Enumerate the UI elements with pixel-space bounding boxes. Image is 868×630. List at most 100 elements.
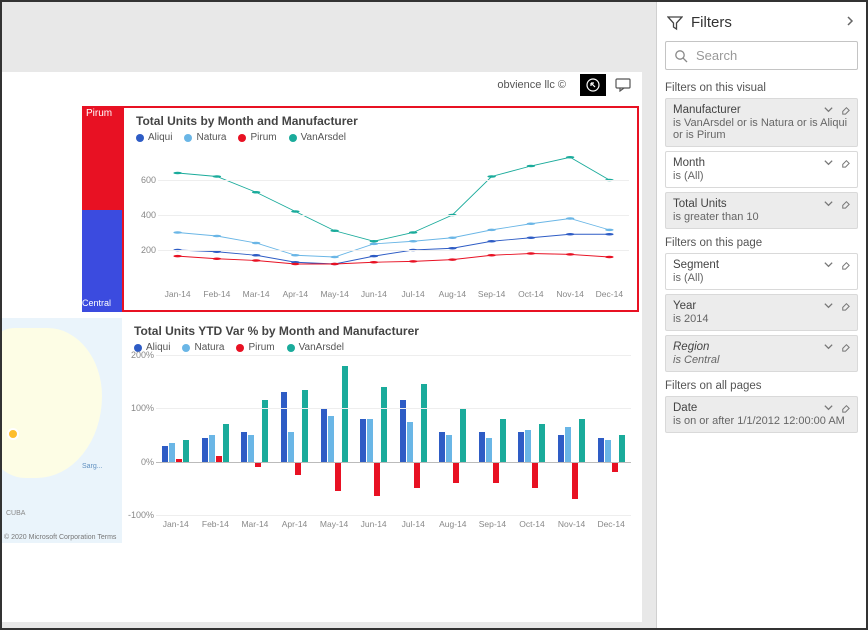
legend-item[interactable]: VanArsdel: [289, 132, 346, 143]
bar[interactable]: [342, 366, 348, 462]
bar[interactable]: [360, 419, 366, 462]
bar[interactable]: [367, 419, 373, 462]
bar[interactable]: [619, 435, 625, 462]
bar[interactable]: [381, 387, 387, 462]
bar[interactable]: [321, 408, 327, 461]
x-tick: Sep-14: [472, 285, 511, 299]
bar[interactable]: [374, 462, 380, 497]
bar[interactable]: [598, 438, 604, 462]
comment-button[interactable]: [612, 76, 634, 94]
legend-dot-icon: [236, 344, 244, 352]
bar[interactable]: [335, 462, 341, 491]
legend-item[interactable]: Natura: [184, 132, 226, 143]
line-chart-visual[interactable]: Total Units by Month and Manufacturer Al…: [122, 106, 639, 312]
map-bubble: [7, 428, 19, 440]
bar[interactable]: [579, 419, 585, 462]
bar-group: [354, 355, 394, 515]
bar[interactable]: [518, 432, 524, 461]
bar[interactable]: [223, 424, 229, 461]
bar[interactable]: [295, 462, 301, 475]
expand-filter-button[interactable]: [823, 402, 834, 416]
filter-desc: is (All): [673, 272, 850, 284]
bar[interactable]: [407, 422, 413, 462]
bar[interactable]: [453, 462, 459, 483]
bar[interactable]: [281, 392, 287, 461]
bar[interactable]: [169, 443, 175, 462]
bar[interactable]: [439, 432, 445, 461]
bar[interactable]: [400, 400, 406, 461]
bar[interactable]: [183, 440, 189, 461]
bar[interactable]: [241, 432, 247, 461]
expand-filter-button[interactable]: [823, 157, 834, 171]
filters-search-input[interactable]: Search: [665, 41, 858, 70]
x-tick: Oct-14: [512, 515, 552, 529]
filter-card[interactable]: Total Unitsis greater than 10: [665, 192, 858, 229]
treemap-pirum-tile[interactable]: Pirum: [82, 106, 122, 210]
clear-filter-button[interactable]: [840, 259, 851, 273]
bar[interactable]: [558, 435, 564, 462]
bar-group: [235, 355, 275, 515]
bar[interactable]: [421, 384, 427, 461]
filter-card[interactable]: Monthis (All): [665, 151, 858, 188]
bar[interactable]: [328, 416, 334, 461]
bar[interactable]: [565, 427, 571, 462]
bar[interactable]: [500, 419, 506, 462]
clear-filter-button[interactable]: [840, 104, 851, 118]
bar[interactable]: [202, 438, 208, 462]
treemap-blue-tile[interactable]: [82, 210, 122, 312]
map-visual[interactable]: Sarg... CUBA © 2020 Microsoft Corporatio…: [2, 318, 122, 543]
bar-chart-visual[interactable]: Total Units YTD Var % by Month and Manuf…: [122, 318, 639, 543]
bar[interactable]: [572, 462, 578, 499]
y-tick: 200: [141, 245, 156, 255]
bar[interactable]: [209, 435, 215, 462]
legend-item[interactable]: VanArsdel: [287, 342, 344, 353]
bar[interactable]: [493, 462, 499, 483]
clear-filter-button[interactable]: [840, 341, 851, 355]
legend-item[interactable]: Pirum: [236, 342, 274, 353]
drill-up-button[interactable]: [580, 74, 606, 96]
legend-item[interactable]: Natura: [182, 342, 224, 353]
filter-desc: is on or after 1/1/2012 12:00:00 AM: [673, 415, 850, 427]
filter-desc: is greater than 10: [673, 211, 850, 223]
expand-filter-button[interactable]: [823, 104, 834, 118]
bar[interactable]: [479, 432, 485, 461]
collapse-panel-button[interactable]: [844, 14, 856, 31]
filter-card[interactable]: Segmentis (All): [665, 253, 858, 290]
legend-item[interactable]: Pirum: [238, 132, 276, 143]
section-page-label: Filters on this page: [665, 237, 858, 249]
clear-filter-button[interactable]: [840, 157, 851, 171]
bar[interactable]: [605, 440, 611, 461]
expand-filter-button[interactable]: [823, 198, 834, 212]
filter-card[interactable]: Dateis on or after 1/1/2012 12:00:00 AM: [665, 396, 858, 433]
filters-header[interactable]: Filters: [665, 10, 858, 41]
bar[interactable]: [302, 390, 308, 462]
expand-filter-button[interactable]: [823, 341, 834, 355]
expand-filter-button[interactable]: [823, 300, 834, 314]
x-tick: Mar-14: [235, 515, 275, 529]
expand-filter-button[interactable]: [823, 259, 834, 273]
bar[interactable]: [446, 435, 452, 462]
filter-card[interactable]: Regionis Central: [665, 335, 858, 372]
bar[interactable]: [612, 462, 618, 473]
bar[interactable]: [486, 438, 492, 462]
filter-card[interactable]: Manufactureris VanArsdel or is Natura or…: [665, 98, 858, 147]
clear-filter-button[interactable]: [840, 402, 851, 416]
report-canvas: obvience llc © Pirum Central Total Units…: [2, 2, 656, 628]
bar[interactable]: [262, 400, 268, 461]
clear-filter-button[interactable]: [840, 198, 851, 212]
x-tick: Nov-14: [552, 515, 592, 529]
bar[interactable]: [414, 462, 420, 489]
legend-item[interactable]: Aliqui: [136, 132, 172, 143]
bar[interactable]: [460, 408, 466, 461]
legend-dot-icon: [184, 134, 192, 142]
bar[interactable]: [248, 435, 254, 462]
bar[interactable]: [288, 432, 294, 461]
clear-filter-button[interactable]: [840, 300, 851, 314]
filter-card[interactable]: Yearis 2014: [665, 294, 858, 331]
bar[interactable]: [525, 430, 531, 462]
bar[interactable]: [532, 462, 538, 489]
bar[interactable]: [162, 446, 168, 462]
bar[interactable]: [539, 424, 545, 461]
bar-group: [196, 355, 236, 515]
bar-chart-legend: AliquiNaturaPirumVanArsdel: [122, 338, 639, 355]
